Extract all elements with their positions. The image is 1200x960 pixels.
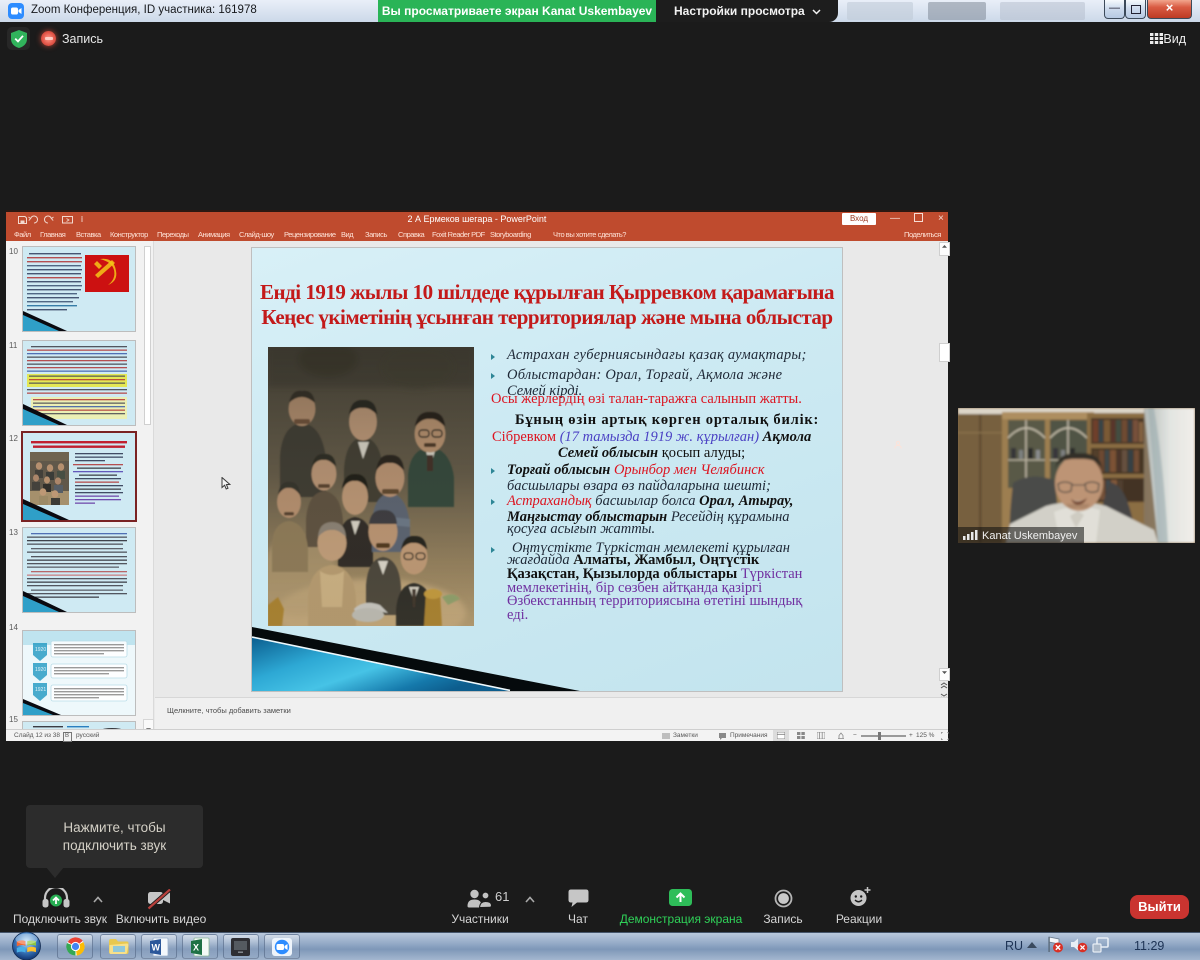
svg-text:1920: 1920 xyxy=(35,647,46,653)
svg-text:W: W xyxy=(152,943,161,953)
svg-text:1921: 1921 xyxy=(35,687,46,693)
svg-text:X: X xyxy=(193,943,199,953)
svg-text:1920: 1920 xyxy=(35,667,46,673)
svg-text:Kanat Uskembayev: Kanat Uskembayev xyxy=(982,530,1078,542)
